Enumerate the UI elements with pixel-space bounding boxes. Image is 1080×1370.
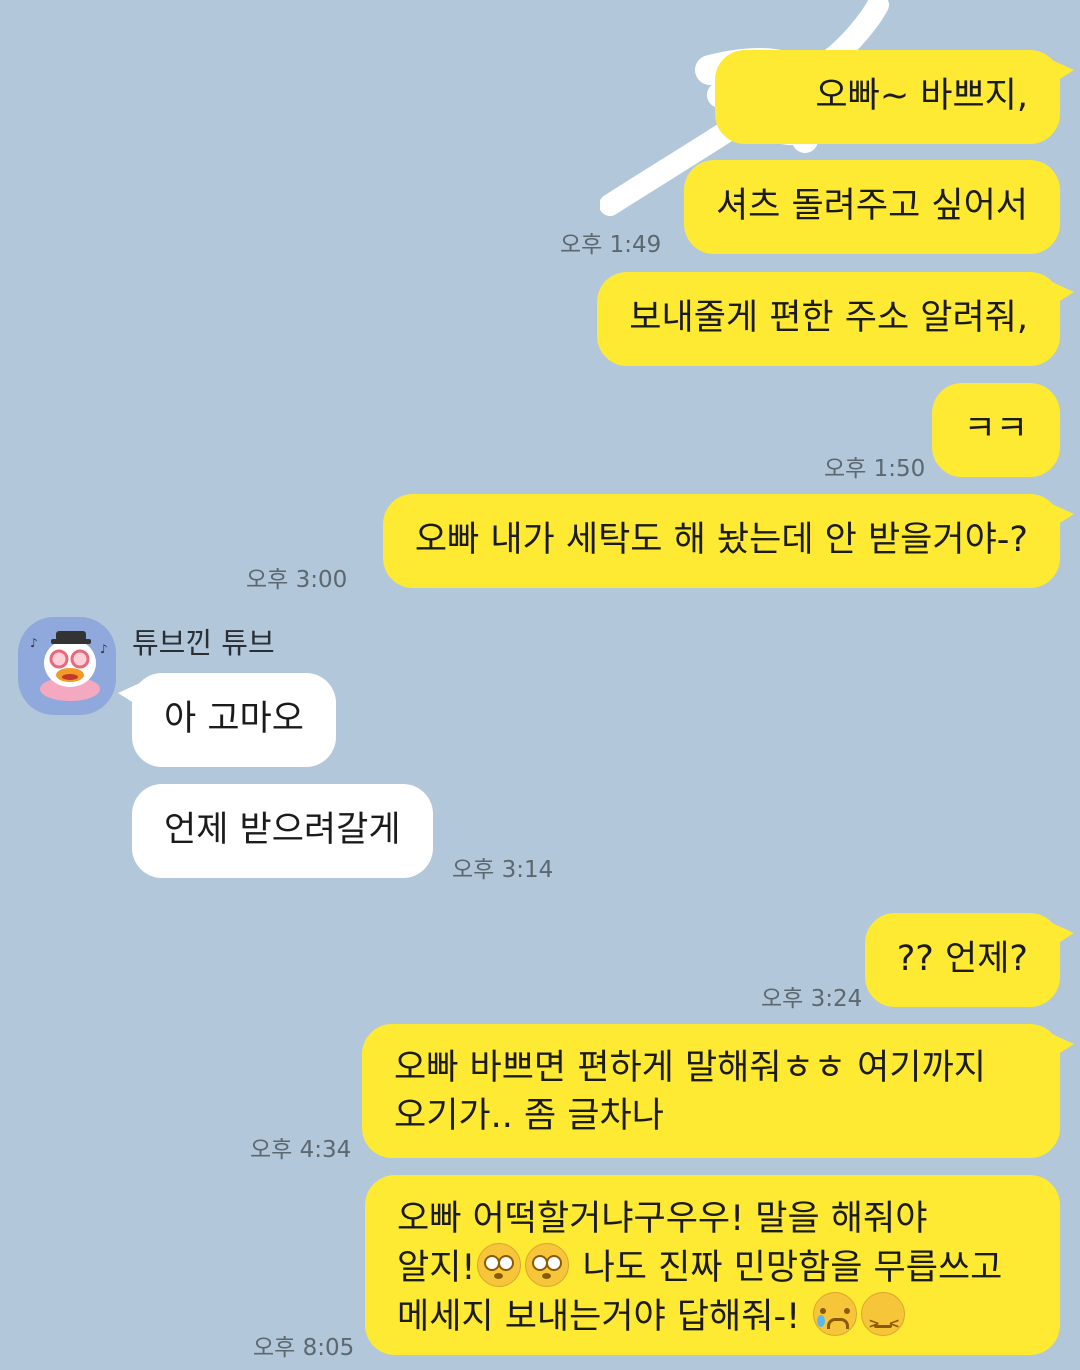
message-text: 언제 받으려갈게	[164, 810, 401, 850]
sad-tear-face-icon	[813, 1292, 858, 1336]
flushed-face-icon	[525, 1243, 570, 1287]
svg-text:♪: ♪	[30, 636, 38, 650]
my-message-bubble[interactable]: 오빠 어떡할거냐구우우! 말을 해줘야 알지! 나도 진짜 민망함을 무릅쓰고 …	[365, 1175, 1060, 1355]
message-timestamp: 오후 3:14	[452, 857, 554, 883]
message-timestamp: 오후 8:05	[253, 1335, 355, 1361]
confounded-face-icon	[861, 1292, 906, 1348]
message-text: 알지!	[397, 1248, 476, 1288]
my-message-bubble[interactable]: 오빠~ 바쁘지,	[715, 50, 1074, 144]
message-timestamp: 오후 1:50	[824, 456, 926, 482]
message-text: 아 고마오	[164, 699, 304, 739]
flushed-face-icon	[477, 1243, 522, 1287]
message-text: 보내줄게 편한 주소 알려줘,	[629, 298, 1028, 338]
svg-text:♪: ♪	[100, 642, 108, 656]
my-message-bubble[interactable]: 셔츠 돌려주고 싶어서	[683, 160, 1060, 254]
message-text: 나도 진짜 민망함을 무릅쓰고	[571, 1248, 1003, 1288]
message-timestamp: 오후 3:00	[246, 567, 348, 593]
message-text: ?? 언제?	[896, 939, 1028, 979]
message-text-line: 오빠 바쁘면 편하게 말해줘ㅎㅎ 여기까지	[394, 1048, 986, 1088]
message-timestamp: 오후 1:49	[560, 232, 662, 258]
message-text: 오빠 내가 세탁도 해 놨는데 안 받을거야-?	[414, 520, 1028, 560]
my-message-bubble[interactable]: 오빠 바쁘면 편하게 말해줘ㅎㅎ 여기까지 오기가.. 좀 글차나	[362, 1024, 1074, 1158]
message-text: 셔츠 돌려주고 싶어서	[715, 186, 1028, 226]
message-text-line: 알지! 나도 진짜 민망함을 무릅쓰고	[397, 1243, 1028, 1292]
my-message-bubble[interactable]: 보내줄게 편한 주소 알려줘,	[597, 272, 1074, 366]
message-text: 메세지 보내는거야 답해줘-!	[397, 1297, 812, 1337]
sender-name: 튜브낀 튜브	[132, 626, 275, 660]
sender-avatar[interactable]: ♪ ♪	[18, 617, 116, 715]
message-text-line: 메세지 보내는거야 답해줘-!	[397, 1292, 1028, 1348]
message-text: 오빠~ 바쁘지,	[815, 76, 1028, 116]
message-text-line: 오빠 어떡할거냐구우우! 말을 해줘야	[397, 1199, 928, 1239]
message-text: ㅋㅋ	[963, 409, 1028, 449]
my-message-bubble[interactable]: 오빠 내가 세탁도 해 놨는데 안 받을거야-?	[382, 494, 1075, 588]
duck-avatar-icon: ♪ ♪	[30, 631, 108, 701]
my-message-bubble[interactable]: ?? 언제?	[864, 913, 1075, 1007]
message-timestamp: 오후 4:34	[250, 1137, 352, 1163]
my-message-bubble[interactable]: ㅋㅋ	[931, 383, 1060, 477]
message-text-line: 오기가.. 좀 글차나	[394, 1096, 664, 1136]
other-message-bubble[interactable]: 아 고마오	[118, 673, 336, 767]
message-timestamp: 오후 3:24	[761, 986, 863, 1012]
other-message-bubble[interactable]: 언제 받으려갈게	[132, 784, 433, 878]
